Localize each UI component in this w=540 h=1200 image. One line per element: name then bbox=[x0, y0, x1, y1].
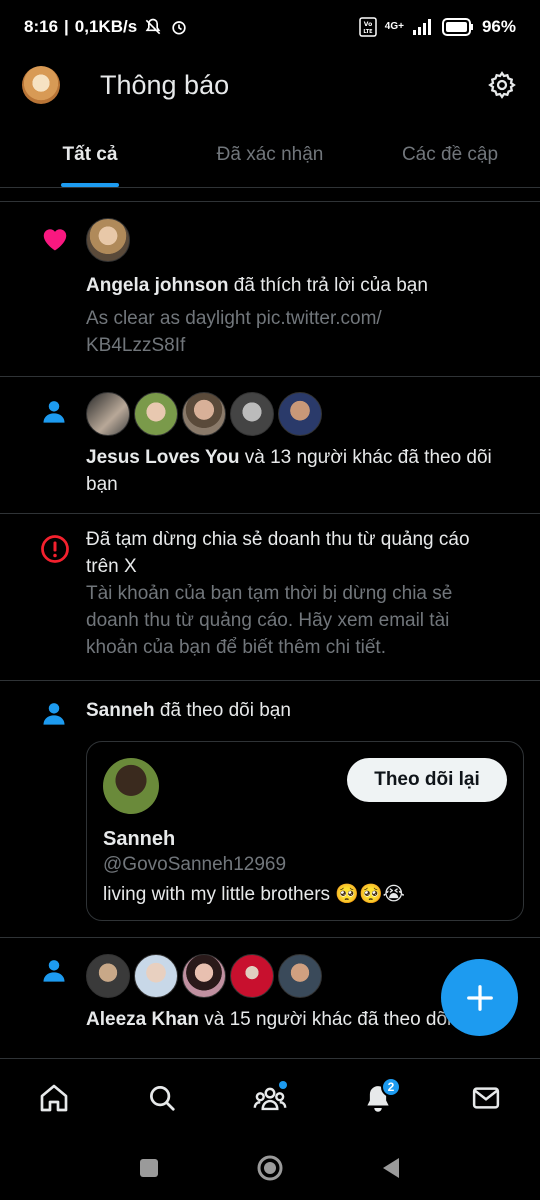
tab-all[interactable]: Tất cả bbox=[0, 122, 180, 187]
user-card[interactable]: Theo dõi lại Sanneh @GovoSanneh12969 liv… bbox=[86, 741, 524, 921]
notification-text: Angela johnson đã thích trả lời của bạn bbox=[86, 275, 428, 296]
alert-body: Tài khoản của bạn tạm thời bị dừng chia … bbox=[86, 583, 453, 604]
status-bar: 8:16 | 0,1KB/s Vo LTE 4G+ 96% bbox=[24, 17, 516, 37]
heart-icon bbox=[40, 224, 70, 257]
home-circle-icon[interactable] bbox=[256, 1154, 284, 1182]
page-title: Thông báo bbox=[100, 69, 230, 100]
avatar[interactable] bbox=[278, 954, 322, 998]
follow-back-button[interactable]: Theo dõi lại bbox=[347, 758, 507, 802]
back-icon[interactable] bbox=[380, 1156, 402, 1180]
battery-level: 96% bbox=[481, 17, 516, 36]
alert-icon bbox=[40, 534, 70, 569]
app-header: Thông báo bbox=[0, 54, 540, 116]
person-icon bbox=[40, 397, 68, 430]
user-name: Sanneh bbox=[103, 828, 176, 850]
recents-icon[interactable] bbox=[138, 1157, 160, 1179]
avatar[interactable] bbox=[103, 758, 159, 814]
nav-search[interactable] bbox=[135, 1071, 189, 1125]
person-icon bbox=[40, 699, 68, 732]
silent-icon bbox=[143, 17, 163, 37]
network-type: 4G+ bbox=[384, 21, 404, 32]
notification-follow[interactable]: Jesus Loves You và 13 người khác đã theo… bbox=[0, 377, 540, 514]
active-tab-indicator bbox=[61, 183, 119, 187]
avatar[interactable] bbox=[86, 392, 130, 436]
compose-button[interactable] bbox=[441, 959, 518, 1036]
avatar[interactable] bbox=[134, 392, 178, 436]
volte-icon: Vo LTE bbox=[359, 17, 377, 37]
notification-follow[interactable]: Sanneh đã theo dõi bạn Theo dõi lại Sann… bbox=[0, 681, 540, 938]
avatar[interactable] bbox=[86, 954, 130, 998]
reply-snippet: As clear as daylight pic.twitter.com/ bbox=[86, 308, 382, 329]
alert-body: doanh thu từ quảng cáo. Hãy xem email tà… bbox=[86, 610, 450, 631]
notification-text: Sanneh đã theo dõi bạn bbox=[86, 700, 291, 721]
tab-verified[interactable]: Đã xác nhận bbox=[180, 122, 360, 187]
avatar[interactable] bbox=[182, 392, 226, 436]
notification-alert[interactable]: Đã tạm dừng chia sẻ doanh thu từ quảng c… bbox=[0, 514, 540, 681]
svg-text:Vo: Vo bbox=[364, 21, 372, 28]
bottom-nav: 2 bbox=[0, 1058, 540, 1136]
system-nav bbox=[0, 1136, 540, 1200]
person-icon bbox=[40, 956, 68, 989]
nav-notifications[interactable]: 2 bbox=[351, 1071, 405, 1125]
alert-body: khoản của bạn để biết thêm chi tiết. bbox=[86, 637, 386, 658]
notifications-badge: 2 bbox=[381, 1076, 401, 1097]
reply-snippet: KB4LzzS8If bbox=[86, 335, 186, 356]
alarm-icon bbox=[169, 17, 189, 37]
avatar[interactable] bbox=[134, 954, 178, 998]
avatar[interactable] bbox=[86, 218, 130, 262]
avatar[interactable] bbox=[230, 954, 274, 998]
tab-mentions[interactable]: Các đề cập bbox=[360, 122, 540, 187]
battery-icon bbox=[441, 18, 474, 36]
notification-like[interactable]: Angela johnson đã thích trả lời của bạn … bbox=[0, 202, 540, 377]
search-icon bbox=[150, 1085, 175, 1111]
plus-icon bbox=[466, 984, 493, 1011]
user-handle: @GovoSanneh12969 bbox=[103, 854, 287, 875]
mail-icon bbox=[472, 1086, 500, 1109]
status-time: 8:16 bbox=[24, 17, 59, 36]
avatar[interactable] bbox=[278, 392, 322, 436]
nav-messages[interactable] bbox=[459, 1071, 513, 1125]
notification-tabs: Tất cả Đã xác nhận Các đề cập bbox=[0, 122, 540, 188]
notification-text: bạn bbox=[86, 474, 118, 495]
nav-home[interactable] bbox=[27, 1071, 81, 1125]
status-speed: 0,1KB/s bbox=[74, 17, 138, 36]
new-indicator-dot bbox=[279, 1080, 287, 1089]
avatar[interactable] bbox=[230, 392, 274, 436]
profile-avatar[interactable] bbox=[22, 66, 60, 104]
notification-text: Jesus Loves You và 13 người khác đã theo… bbox=[86, 447, 492, 468]
settings-gear-icon[interactable] bbox=[486, 69, 518, 101]
avatar[interactable] bbox=[182, 954, 226, 998]
signal-icon bbox=[412, 18, 434, 36]
svg-text:LTE: LTE bbox=[363, 29, 373, 35]
alert-title: trên X bbox=[86, 556, 137, 577]
alert-title: Đã tạm dừng chia sẻ doanh thu từ quảng c… bbox=[86, 529, 470, 550]
user-bio: living with my little brothers 🥺🥺😭 bbox=[103, 884, 405, 905]
nav-communities[interactable] bbox=[243, 1071, 297, 1125]
home-icon bbox=[40, 1084, 68, 1111]
